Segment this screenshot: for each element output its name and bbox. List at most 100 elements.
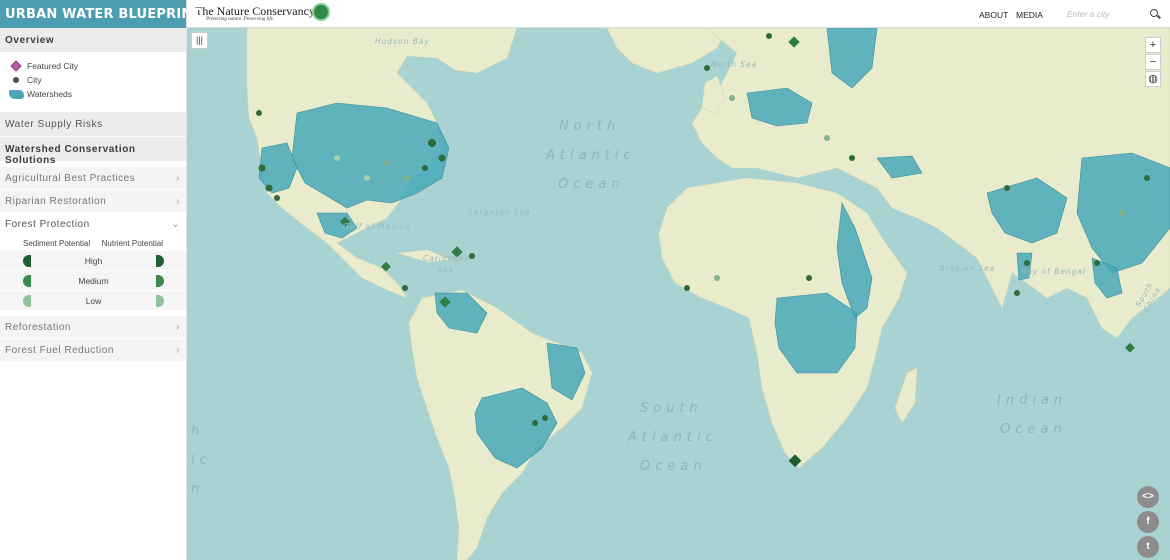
code-icon: <> — [1142, 491, 1154, 502]
potential-row-medium: Medium — [0, 271, 186, 290]
solution-label: Agricultural Best Practices — [5, 172, 136, 184]
city-marker — [532, 420, 538, 426]
city-marker — [729, 95, 735, 101]
solution-label: Reforestation — [5, 321, 71, 333]
label-edge-2: ic — [191, 453, 212, 468]
nav-media[interactable]: MEDIA — [1016, 10, 1043, 20]
map-canvas[interactable] — [187, 28, 1170, 560]
embed-code-button[interactable]: <> — [1137, 486, 1159, 508]
legend-label: Watersheds — [27, 89, 73, 99]
solution-riparian[interactable]: Riparian Restoration › — [0, 190, 186, 213]
city-marker — [704, 65, 710, 71]
water-supply-risks-header[interactable]: Water Supply Risks — [0, 112, 186, 136]
potential-row-low: Low — [0, 291, 186, 310]
city-marker — [849, 155, 855, 161]
city-icon — [8, 77, 24, 83]
twitter-button[interactable]: t — [1137, 536, 1159, 558]
nav-about[interactable]: ABOUT — [979, 10, 1008, 20]
sediment-high-icon — [23, 254, 31, 267]
sediment-medium-icon — [23, 274, 31, 287]
label-south-atlantic-2: Atlantic — [628, 430, 718, 445]
legend-watersheds: Watersheds — [8, 87, 186, 101]
solution-agricultural[interactable]: Agricultural Best Practices › — [0, 167, 186, 190]
label-bay-of-bengal: Bay of Bengal — [1021, 267, 1087, 276]
potential-legend: Sediment Potential Nutrient Potential Hi… — [0, 236, 186, 314]
sidebar: URBAN WATER BLUEPRINT Overview Featured … — [0, 0, 201, 560]
solution-reforestation[interactable]: Reforestation › — [0, 316, 186, 339]
overview-header[interactable]: Overview — [0, 28, 186, 52]
sidebar-toggle-button[interactable]: ||| — [191, 32, 208, 49]
city-marker — [265, 184, 273, 192]
label-indian-2: Ocean — [1000, 422, 1067, 437]
city-marker — [684, 285, 690, 291]
solution-label: Riparian Restoration — [5, 195, 107, 207]
label-south-atlantic-1: South — [640, 401, 703, 416]
level-label: Medium — [78, 275, 109, 286]
label-south-atlantic-3: Ocean — [640, 459, 707, 474]
label-edge-3: n — [191, 482, 205, 497]
label-indian-1: Indian — [997, 393, 1068, 408]
nutrient-potential-label: Nutrient Potential — [101, 239, 163, 248]
level-label: High — [84, 255, 103, 266]
label-hudson-bay: Hudson Bay — [375, 37, 430, 46]
label-caribbean-1: Caribbean — [423, 254, 471, 263]
app-title[interactable]: URBAN WATER BLUEPRINT — [0, 0, 201, 28]
legend-featured-city: Featured City — [8, 59, 186, 73]
city-marker — [334, 155, 340, 161]
nutrient-medium-icon — [155, 274, 164, 287]
city-marker — [714, 275, 720, 281]
potential-row-high: High — [0, 251, 186, 270]
legend-label: Featured City — [27, 61, 79, 71]
featured-city-icon — [8, 60, 24, 72]
app-root: URBAN WATER BLUEPRINT Overview Featured … — [0, 0, 1170, 560]
legend-city: City — [8, 73, 186, 87]
city-marker — [438, 154, 446, 162]
chevron-right-icon: › — [176, 172, 180, 184]
solution-label: Forest Protection — [5, 218, 90, 230]
label-sargasso-sea: Sargasso Sea — [468, 208, 531, 217]
solution-forest-protection[interactable]: Forest Protection ⌄ — [0, 213, 186, 236]
city-marker — [824, 135, 830, 141]
solutions-header[interactable]: Watershed Conservation Solutions — [0, 137, 186, 166]
city-marker — [1094, 260, 1100, 266]
solution-fuel-reduction[interactable]: Forest Fuel Reduction › — [0, 339, 186, 362]
city-marker — [428, 139, 436, 147]
city-marker — [258, 164, 266, 172]
label-caribbean-2: Sea — [437, 265, 454, 274]
facebook-icon: f — [1146, 516, 1150, 527]
chevron-right-icon: › — [176, 195, 180, 207]
label-arabian-sea: Arabian Sea — [939, 264, 996, 273]
city-marker — [274, 195, 280, 201]
zoom-out-button[interactable]: − — [1145, 54, 1161, 70]
city-marker — [256, 110, 262, 116]
label-north-atlantic-3: Ocean — [558, 177, 625, 192]
legend: Featured City City Watersheds — [0, 52, 186, 107]
city-marker — [404, 175, 410, 181]
city-marker — [1004, 185, 1010, 191]
nutrient-low-icon — [156, 294, 164, 307]
level-label: Low — [85, 295, 102, 306]
twitter-icon: t — [1146, 541, 1150, 552]
chevron-down-icon: ⌄ — [171, 218, 180, 230]
label-north-atlantic-1: North — [559, 119, 621, 134]
tnc-tagline: Protecting nature. Preserving life. — [206, 17, 275, 22]
zoom-in-button[interactable]: + — [1145, 37, 1161, 53]
city-marker — [402, 285, 408, 291]
chevron-right-icon: › — [176, 344, 180, 356]
search-icon[interactable] — [1150, 9, 1158, 17]
globe-icon: ◍ — [1148, 73, 1158, 85]
legend-label: City — [27, 75, 42, 85]
nutrient-high-icon — [155, 254, 164, 267]
city-marker — [384, 160, 390, 166]
label-north-sea: North Sea — [711, 60, 758, 69]
label-north-atlantic-2: Atlantic — [546, 148, 636, 163]
facebook-button[interactable]: f — [1137, 511, 1159, 533]
city-marker — [1024, 260, 1030, 266]
city-marker — [1014, 290, 1020, 296]
world-map[interactable]: Hudson Bay North Sea North Atlantic Ocea… — [187, 28, 1170, 560]
city-marker — [766, 33, 772, 39]
label-gulf-of-mexico: Gulf of Mexico — [343, 222, 411, 231]
city-marker — [806, 275, 812, 281]
city-search-input[interactable]: Enter a city — [1067, 9, 1110, 19]
globe-reset-button[interactable]: ◍ — [1145, 71, 1161, 87]
